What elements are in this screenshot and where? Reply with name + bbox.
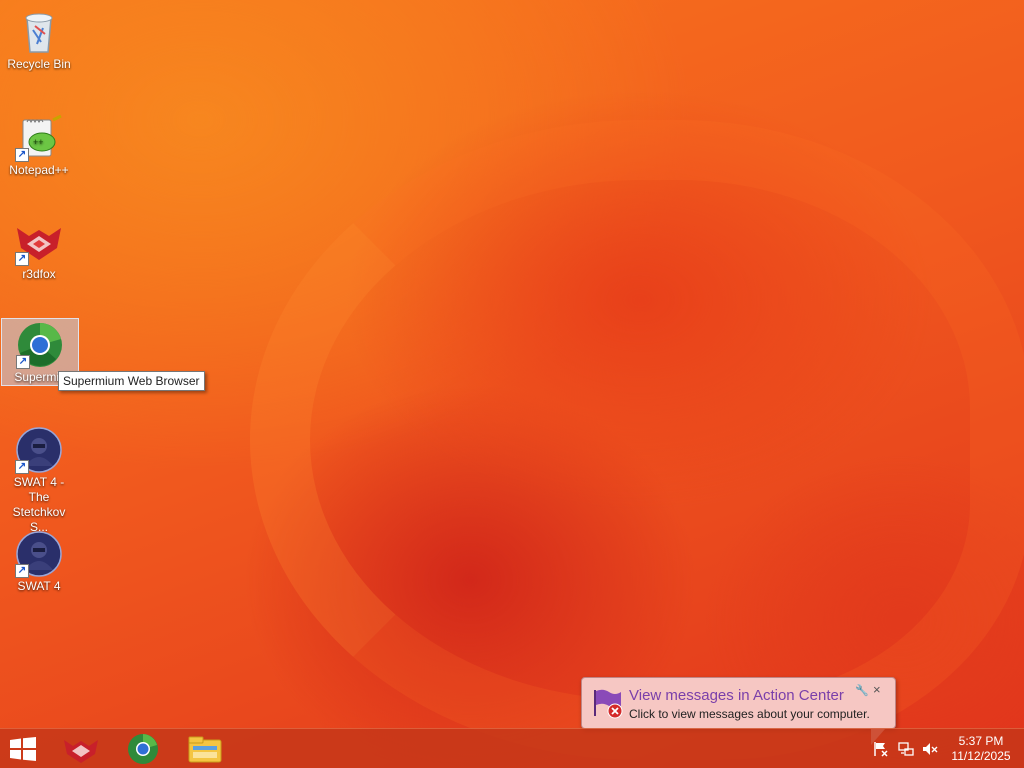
icon-tooltip: Supermium Web Browser: [58, 371, 205, 391]
notification-options-icon[interactable]: 🔧: [855, 684, 869, 697]
supermium-icon: [128, 734, 158, 764]
action-center-flag-error-icon: [591, 686, 625, 720]
file-explorer-icon: [188, 736, 222, 763]
action-center-notification[interactable]: View messages in Action Center Click to …: [581, 677, 896, 745]
desktop-icon-label: SWAT 4 - The Stetchkov S...: [12, 475, 66, 534]
desktop-icon-r3dfox[interactable]: ↗ r3dfox: [0, 216, 78, 282]
desktop-icon-label: Recycle Bin: [7, 57, 71, 71]
swat4-icon: ↗: [15, 426, 63, 474]
notification-close-button[interactable]: ×: [873, 682, 881, 697]
taskbar-supermium-button[interactable]: [122, 732, 164, 766]
recycle-bin-icon: [15, 8, 63, 56]
supermium-icon: ↗: [16, 321, 64, 369]
r3dfox-icon: [64, 740, 98, 763]
svg-text:++: ++: [33, 137, 44, 147]
wallpaper-swirl: [250, 120, 1024, 760]
taskbar: 5:37 PM 11/12/2025: [0, 728, 1024, 768]
desktop-icon-label: Notepad++: [9, 163, 69, 177]
shortcut-arrow-icon: ↗: [15, 148, 29, 162]
taskbar-clock[interactable]: 5:37 PM 11/12/2025: [944, 734, 1018, 764]
shortcut-arrow-icon: ↗: [15, 460, 29, 474]
network-icon[interactable]: [898, 741, 914, 757]
start-button[interactable]: [8, 737, 38, 761]
desktop-icon-swat4[interactable]: ↗ SWAT 4: [0, 528, 78, 594]
notepad-plus-plus-icon: ++ ↗: [15, 114, 63, 162]
clock-time: 5:37 PM: [958, 734, 1004, 748]
desktop-icon-notepad-plus-plus[interactable]: ++ ↗ Notepad++: [0, 112, 78, 178]
notification-title: View messages in Action Center: [629, 687, 844, 704]
windows-logo-icon: [10, 737, 36, 761]
notification-message: Click to view messages about your comput…: [629, 707, 870, 721]
volume-muted-icon[interactable]: [922, 741, 938, 757]
desktop-icon-label: r3dfox: [22, 267, 56, 281]
shortcut-arrow-icon: ↗: [15, 252, 29, 266]
shortcut-arrow-icon: ↗: [16, 355, 30, 369]
shortcut-arrow-icon: ↗: [15, 564, 29, 578]
action-center-flag-icon[interactable]: [873, 741, 889, 757]
desktop-icon-label: SWAT 4: [17, 579, 61, 593]
taskbar-file-explorer-button[interactable]: [184, 732, 226, 766]
taskbar-r3dfox-button[interactable]: [60, 732, 102, 766]
desktop-icon-recycle-bin[interactable]: Recycle Bin: [0, 6, 78, 72]
swat4-icon: ↗: [15, 530, 63, 578]
clock-date: 11/12/2025: [951, 749, 1011, 763]
r3dfox-icon: ↗: [15, 218, 63, 266]
desktop-icon-swat4-stetchkov[interactable]: ↗ SWAT 4 - The Stetchkov S...: [0, 424, 78, 535]
